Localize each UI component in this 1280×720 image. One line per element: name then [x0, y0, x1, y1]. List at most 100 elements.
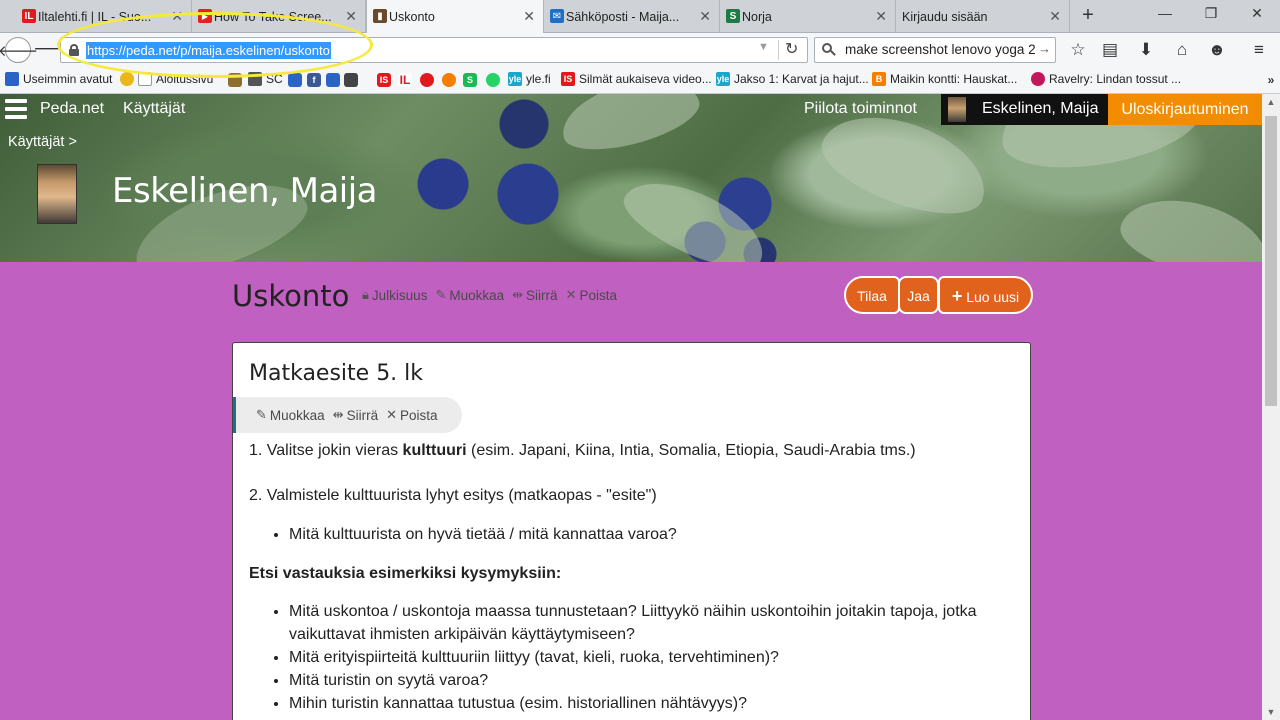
- yle-icon: yle: [716, 72, 730, 86]
- hamburger-menu-icon[interactable]: [5, 99, 27, 121]
- list-item: Mitä turistin on syytä varoa?: [289, 669, 1009, 692]
- blogger-icon: B: [872, 72, 886, 86]
- annotation-circle: [57, 12, 373, 78]
- news-icon[interactable]: [420, 73, 434, 87]
- avatar: [948, 97, 966, 122]
- sun-icon: [120, 72, 134, 86]
- breadcrumb[interactable]: Käyttäjät >: [8, 134, 77, 150]
- publicity-label: Julkisuus: [371, 287, 428, 303]
- tab-uskonto[interactable]: ▮ Uskonto ✕: [366, 0, 544, 34]
- lock-icon: 🔒︎: [362, 287, 369, 302]
- facebook-icon[interactable]: f: [307, 73, 321, 87]
- site-top-nav: Peda.net Käyttäjät Piilota toiminnot Esk…: [0, 94, 1262, 126]
- user-menu[interactable]: Eskelinen, Maija: [941, 94, 1108, 125]
- spotify-icon[interactable]: S: [463, 73, 477, 87]
- close-tab-icon[interactable]: ✕: [523, 8, 535, 25]
- bookmark-ravelry[interactable]: Ravelry: Lindan tossut ...: [1031, 72, 1181, 86]
- reload-icon[interactable]: ↻: [785, 39, 798, 59]
- bookmark-maikin-kontti[interactable]: B Maikin kontti: Hauskat...: [872, 72, 1017, 86]
- flag-icon[interactable]: [326, 73, 340, 87]
- bookmark-star-icon[interactable]: ☆: [1067, 39, 1089, 61]
- delete-action[interactable]: ✕ Poista: [566, 287, 617, 303]
- step-2-list: Mitä kulttuurista on hyvä tietää / mitä …: [249, 523, 1009, 546]
- close-tab-icon[interactable]: ✕: [345, 8, 357, 25]
- bookmark-most-visited[interactable]: Useimmin avatut: [5, 72, 112, 86]
- dropdown-arrow-icon[interactable]: ▼: [758, 41, 769, 53]
- tab-kirjaudu[interactable]: Kirjaudu sisään ✕: [896, 0, 1070, 33]
- chat-icon[interactable]: ☻: [1206, 39, 1228, 61]
- bookmark-label: Silmät aukaiseva video...: [579, 72, 712, 86]
- nav-users-link[interactable]: Käyttäjät: [123, 100, 185, 118]
- move-icon: ⇹: [512, 287, 524, 302]
- page-actions: 🔒︎ Julkisuus ✎ Muokkaa ⇹ Siirrä ✕ Poista: [362, 287, 617, 303]
- publicity-action[interactable]: 🔒︎ Julkisuus: [362, 287, 427, 303]
- search-go-icon[interactable]: →: [1038, 41, 1051, 56]
- tab-label: Sähköposti - Maija...: [566, 9, 680, 24]
- search-bar[interactable]: make screenshot lenovo yoga 2 →: [814, 37, 1056, 63]
- share-button[interactable]: Jaa: [898, 276, 939, 314]
- move-label: Siirrä: [346, 407, 379, 423]
- bookmark-label: Ravelry: Lindan tossut ...: [1049, 72, 1182, 86]
- iltalehti-icon[interactable]: IL: [398, 73, 412, 87]
- tab-label: Kirjaudu sisään: [902, 9, 988, 24]
- pencil-icon: ✎: [256, 407, 267, 422]
- card-actions: ✎ Muokkaa ⇹ Siirrä ✕ Poista: [233, 397, 462, 433]
- scroll-down-icon[interactable]: ▼: [1262, 704, 1280, 720]
- card-edit-action[interactable]: ✎ Muokkaa: [256, 407, 325, 423]
- card-title: Matkaesite 5. lk: [249, 361, 424, 386]
- brand-link[interactable]: Peda.net: [40, 100, 104, 118]
- content-card: Matkaesite 5. lk ✎ Muokkaa ⇹ Siirrä ✕ Po…: [232, 342, 1031, 720]
- page-title: Uskonto: [232, 279, 350, 313]
- bookmark-jakso[interactable]: yle Jakso 1: Karvat ja hajut...: [716, 72, 869, 86]
- scrollbar-thumb[interactable]: [1265, 116, 1277, 406]
- close-tab-icon[interactable]: ✕: [699, 8, 711, 25]
- peda-icon: ▮: [373, 9, 387, 23]
- card-delete-action[interactable]: ✕ Poista: [386, 407, 437, 423]
- back-button[interactable]: 🡐: [0, 37, 38, 63]
- flag-icon[interactable]: [344, 73, 358, 87]
- downloads-icon[interactable]: ⬇: [1135, 39, 1157, 61]
- tab-norja[interactable]: S Norja ✕: [720, 0, 896, 33]
- new-tab-button[interactable]: +: [1078, 4, 1098, 27]
- minimize-icon[interactable]: —: [1155, 5, 1175, 21]
- create-new-button[interactable]: + Luo uusi: [938, 276, 1033, 314]
- bookmark-silmat[interactable]: IS Silmät aukaiseva video...: [561, 72, 712, 86]
- folder-icon: [5, 72, 19, 86]
- owner-name[interactable]: Eskelinen, Maija: [112, 171, 378, 211]
- search-input[interactable]: make screenshot lenovo yoga 2: [845, 42, 1041, 57]
- hide-actions-link[interactable]: Piilota toiminnot: [804, 100, 917, 118]
- move-label: Siirrä: [526, 287, 558, 303]
- step-2: 2. Valmistele kulttuurista lyhyt esitys …: [249, 487, 657, 504]
- divider: [778, 40, 779, 60]
- home-icon[interactable]: ⌂: [1171, 39, 1193, 61]
- ilta-sanomat-icon[interactable]: IS: [377, 73, 391, 87]
- move-action[interactable]: ⇹ Siirrä: [512, 287, 557, 303]
- edit-label: Muokkaa: [269, 407, 325, 423]
- ravelry-icon: [1031, 72, 1045, 86]
- target-icon[interactable]: [442, 73, 456, 87]
- close-icon: ✕: [565, 287, 577, 302]
- bookmark-label: Maikin kontti: Hauskat...: [890, 72, 1018, 86]
- bookmark-label: yle.fi: [526, 72, 551, 86]
- more-bookmarks-icon[interactable]: »: [1264, 73, 1278, 87]
- mail-icon: ✉: [550, 9, 564, 23]
- flag-icon[interactable]: [288, 73, 302, 87]
- card-move-action[interactable]: ⇹ Siirrä: [333, 407, 378, 423]
- reading-list-icon[interactable]: ▤: [1099, 39, 1121, 61]
- close-window-icon[interactable]: ✕: [1247, 5, 1267, 22]
- close-tab-icon[interactable]: ✕: [875, 8, 887, 25]
- edit-action[interactable]: ✎ Muokkaa: [435, 287, 504, 303]
- card-body: 1. Valitse jokin vieras kulttuuri (esim.…: [249, 439, 1009, 715]
- close-tab-icon[interactable]: ✕: [1049, 8, 1061, 25]
- logout-button[interactable]: Uloskirjautuminen: [1108, 94, 1262, 125]
- whatsapp-icon[interactable]: [486, 73, 500, 87]
- forward-button[interactable]: 🡒: [33, 38, 79, 60]
- restore-icon[interactable]: ❐: [1201, 5, 1221, 22]
- bookmark-yle[interactable]: yle yle.fi: [508, 72, 551, 86]
- list-item: Mitä erityispiirteitä kulttuuriin liitty…: [289, 646, 1009, 669]
- page-scrollbar[interactable]: ▲ ▼: [1262, 94, 1280, 720]
- subscribe-button[interactable]: Tilaa: [844, 276, 900, 314]
- scroll-up-icon[interactable]: ▲: [1262, 94, 1280, 110]
- menu-icon[interactable]: ≡: [1248, 39, 1270, 61]
- tab-sahkoposti[interactable]: ✉ Sähköposti - Maija... ✕: [544, 0, 720, 33]
